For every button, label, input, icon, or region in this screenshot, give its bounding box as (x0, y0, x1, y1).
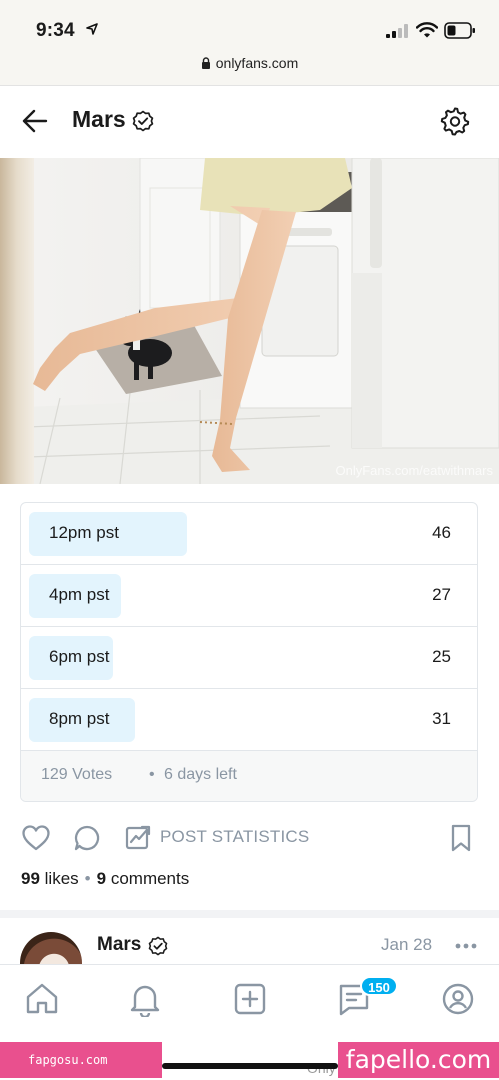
post-photo-illustration (0, 158, 499, 484)
left-watermark-banner: fapgosu.com (0, 1042, 162, 1078)
bottom-tab-bar: 150 (0, 964, 499, 1040)
home-icon[interactable] (24, 981, 60, 1017)
poll-option-votes: 27 (432, 585, 451, 604)
poll-option-votes: 31 (432, 709, 451, 728)
poll-option[interactable]: 6pm pst 25 (21, 627, 477, 689)
image-watermark: OnlyFans.com/eatwithmars (335, 463, 494, 478)
engagement-counts: 99 likes • 9 comments (21, 869, 189, 889)
poll-option-label: 8pm pst (49, 709, 110, 728)
right-watermark-banner: fapello.com (338, 1042, 499, 1078)
status-bar: 9:34 onlyfans.com (0, 0, 499, 86)
poll-time-left: 6 days left (164, 766, 237, 783)
bookmark-icon[interactable] (450, 824, 472, 852)
avatar[interactable] (20, 932, 82, 964)
comments-label[interactable]: comments (111, 869, 189, 888)
wifi-icon (416, 22, 438, 38)
location-arrow-icon (86, 23, 98, 35)
poll-footer-separator: • (149, 766, 155, 783)
messages-badge: 150 (360, 976, 398, 996)
status-time: 9:34 (36, 20, 75, 41)
settings-gear-icon[interactable] (440, 106, 470, 136)
verified-badge-icon (132, 110, 154, 132)
verified-badge-icon (148, 936, 168, 956)
cellular-signal-icon (386, 24, 408, 38)
post-statistics-icon[interactable] (125, 824, 153, 850)
poll-option-label: 12pm pst (49, 523, 119, 542)
likes-count: 99 (21, 869, 40, 888)
poll-option[interactable]: 4pm pst 27 (21, 565, 477, 627)
poll-footer: 129 Votes • 6 days left (21, 751, 477, 801)
poll-option-votes: 25 (432, 647, 451, 666)
home-indicator[interactable] (162, 1063, 338, 1069)
poll-option-label: 4pm pst (49, 585, 110, 604)
more-options-icon[interactable] (455, 943, 477, 949)
post-date: Jan 28 (381, 935, 433, 954)
next-post-header: Mars Jan 28 (0, 918, 499, 964)
profile-icon[interactable] (440, 981, 476, 1017)
poll: 12pm pst 46 4pm pst 27 6pm pst 25 8pm ps… (20, 502, 478, 802)
battery-icon (444, 22, 475, 39)
feed-divider (0, 910, 499, 918)
poll-option[interactable]: 12pm pst 46 (21, 503, 477, 565)
back-arrow-icon[interactable] (22, 108, 48, 134)
poll-option-label: 6pm pst (49, 647, 110, 666)
url-bar[interactable]: onlyfans.com (0, 55, 499, 71)
new-post-plus-icon[interactable] (232, 981, 268, 1017)
poll-total-votes: 129 Votes (41, 766, 113, 783)
post-author-name[interactable]: Mars (97, 934, 141, 956)
notifications-bell-icon[interactable] (127, 981, 163, 1017)
post-image[interactable]: OnlyFans.com/eatwithmars (0, 158, 499, 484)
comments-count: 9 (96, 869, 107, 888)
url-text: onlyfans.com (215, 55, 299, 71)
lock-icon (201, 57, 210, 69)
page-title: Mars (72, 106, 126, 132)
poll-option[interactable]: 8pm pst 31 (21, 689, 477, 751)
comment-bubble-icon[interactable] (73, 824, 101, 852)
post-statistics-button[interactable]: POST STATISTICS (160, 827, 309, 847)
post-actions: POST STATISTICS (0, 816, 499, 860)
poll-option-votes: 46 (432, 523, 451, 542)
likes-label[interactable]: likes (45, 869, 79, 888)
counts-separator: • (84, 869, 91, 888)
profile-header: Mars (0, 86, 499, 158)
like-heart-icon[interactable] (21, 824, 51, 852)
